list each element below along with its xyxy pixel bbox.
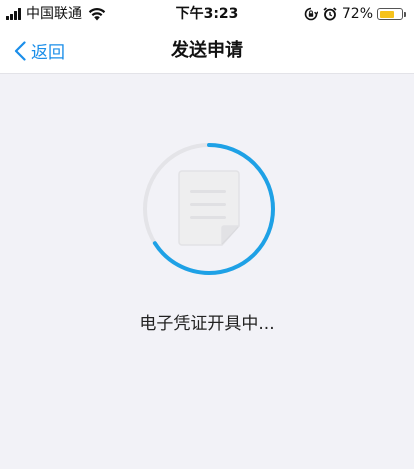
- document-icon: [178, 170, 240, 246]
- back-label: 返回: [31, 43, 65, 63]
- status-right: 72%: [304, 5, 406, 23]
- battery-nub: [404, 11, 406, 17]
- battery-fill: [379, 10, 394, 18]
- back-button[interactable]: 返回: [14, 28, 65, 73]
- status-bar: 中国联通 下午3:23 72%: [0, 0, 414, 28]
- battery-percent: 72%: [341, 6, 373, 22]
- lock-rotation-icon: [304, 7, 318, 21]
- nav-bar: 返回 发送申请: [0, 28, 414, 74]
- chevron-left-icon: [14, 40, 26, 61]
- battery-icon: [377, 8, 403, 20]
- issuing-status-text: 电子凭证开具中...: [139, 314, 275, 334]
- alarm-icon: [323, 7, 337, 21]
